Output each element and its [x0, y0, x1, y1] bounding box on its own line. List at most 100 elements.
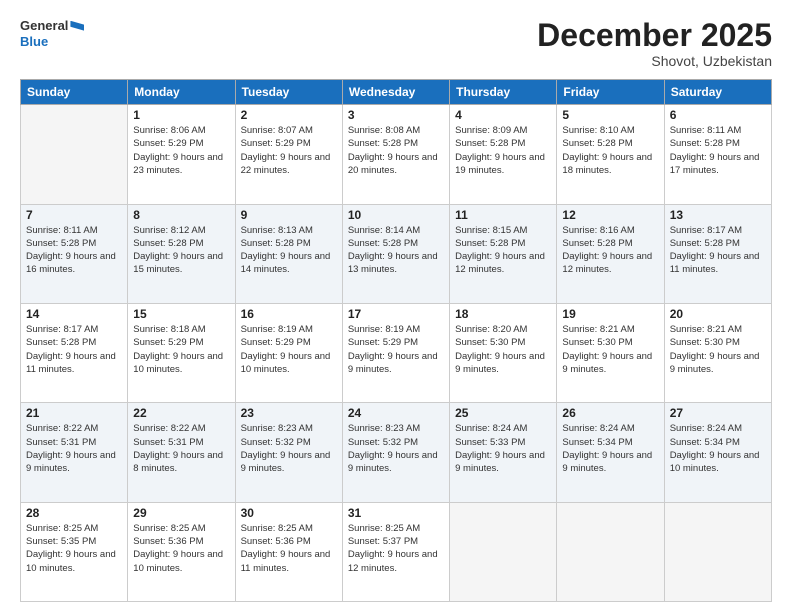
day-number: 28: [26, 506, 122, 520]
day-info: Sunrise: 8:22 AM Sunset: 5:31 PM Dayligh…: [133, 422, 229, 475]
day-number: 21: [26, 406, 122, 420]
calendar-day-cell: 8Sunrise: 8:12 AM Sunset: 5:28 PM Daylig…: [128, 204, 235, 303]
logo-general-text: General: [20, 18, 68, 34]
location: Shovot, Uzbekistan: [537, 53, 772, 69]
day-info: Sunrise: 8:19 AM Sunset: 5:29 PM Dayligh…: [348, 323, 444, 376]
logo-icon: [70, 21, 84, 31]
day-number: 17: [348, 307, 444, 321]
day-number: 20: [670, 307, 766, 321]
calendar-week-row: 28 Sunrise: 8:25 AM Sunset: 5:35 PM Dayli…: [21, 502, 772, 601]
calendar-day-cell: 1 Sunrise: 8:06 AM Sunset: 5:29 PM Daylig…: [128, 105, 235, 204]
calendar-day-cell: 12Sunrise: 8:16 AM Sunset: 5:28 PM Dayli…: [557, 204, 664, 303]
weekday-header: Saturday: [664, 80, 771, 105]
calendar-day-cell: 6Sunrise: 8:11 AM Sunset: 5:28 PM Daylig…: [664, 105, 771, 204]
day-number: 1: [133, 108, 229, 122]
day-number: 16: [241, 307, 337, 321]
day-info: Sunrise: 8:21 AM Sunset: 5:30 PM Dayligh…: [670, 323, 766, 376]
day-number: 31: [348, 506, 444, 520]
day-number: 24: [348, 406, 444, 420]
calendar-day-cell: 27 Sunrise: 8:24 AM Sunset: 5:34 PM Dayli…: [664, 403, 771, 502]
calendar-day-cell: 28 Sunrise: 8:25 AM Sunset: 5:35 PM Dayli…: [21, 502, 128, 601]
day-info: Sunrise: 8:24 AM Sunset: 5:34 PM Dayligh…: [562, 422, 658, 475]
calendar-day-cell: 13Sunrise: 8:17 AM Sunset: 5:28 PM Dayli…: [664, 204, 771, 303]
day-number: 26: [562, 406, 658, 420]
calendar-day-cell: 31 Sunrise: 8:25 AM Sunset: 5:37 PM Dayli…: [342, 502, 449, 601]
calendar-day-cell: [21, 105, 128, 204]
day-number: 5: [562, 108, 658, 122]
calendar-day-cell: 14 Sunrise: 8:17 AM Sunset: 5:28 PM Dayli…: [21, 303, 128, 402]
calendar-day-cell: 7Sunrise: 8:11 AM Sunset: 5:28 PM Daylig…: [21, 204, 128, 303]
day-info: Sunrise: 8:16 AM Sunset: 5:28 PM Dayligh…: [562, 224, 658, 277]
day-number: 13: [670, 208, 766, 222]
day-info: Sunrise: 8:25 AM Sunset: 5:37 PM Dayligh…: [348, 522, 444, 575]
day-info: Sunrise: 8:14 AM Sunset: 5:28 PM Dayligh…: [348, 224, 444, 277]
day-info: Sunrise: 8:25 AM Sunset: 5:35 PM Dayligh…: [26, 522, 122, 575]
month-title: December 2025: [537, 18, 772, 53]
day-info: Sunrise: 8:10 AM Sunset: 5:28 PM Dayligh…: [562, 124, 658, 177]
day-number: 3: [348, 108, 444, 122]
day-info: Sunrise: 8:19 AM Sunset: 5:29 PM Dayligh…: [241, 323, 337, 376]
calendar-day-cell: 18 Sunrise: 8:20 AM Sunset: 5:30 PM Dayli…: [450, 303, 557, 402]
calendar-day-cell: [450, 502, 557, 601]
day-number: 19: [562, 307, 658, 321]
calendar-day-cell: 4 Sunrise: 8:09 AM Sunset: 5:28 PM Daylig…: [450, 105, 557, 204]
calendar-day-cell: 9Sunrise: 8:13 AM Sunset: 5:28 PM Daylig…: [235, 204, 342, 303]
day-info: Sunrise: 8:24 AM Sunset: 5:33 PM Dayligh…: [455, 422, 551, 475]
day-number: 8: [133, 208, 229, 222]
day-info: Sunrise: 8:07 AM Sunset: 5:29 PM Dayligh…: [241, 124, 337, 177]
weekday-header: Tuesday: [235, 80, 342, 105]
calendar-day-cell: 5 Sunrise: 8:10 AM Sunset: 5:28 PM Daylig…: [557, 105, 664, 204]
calendar-week-row: 1 Sunrise: 8:06 AM Sunset: 5:29 PM Daylig…: [21, 105, 772, 204]
calendar-day-cell: 11Sunrise: 8:15 AM Sunset: 5:28 PM Dayli…: [450, 204, 557, 303]
day-info: Sunrise: 8:06 AM Sunset: 5:29 PM Dayligh…: [133, 124, 229, 177]
day-number: 7: [26, 208, 122, 222]
day-info: Sunrise: 8:23 AM Sunset: 5:32 PM Dayligh…: [241, 422, 337, 475]
weekday-header: Thursday: [450, 80, 557, 105]
calendar-page: General Blue December 2025 Shovot, Uzbek…: [0, 0, 792, 612]
day-number: 6: [670, 108, 766, 122]
day-info: Sunrise: 8:08 AM Sunset: 5:28 PM Dayligh…: [348, 124, 444, 177]
day-number: 25: [455, 406, 551, 420]
header: General Blue December 2025 Shovot, Uzbek…: [20, 18, 772, 69]
day-info: Sunrise: 8:21 AM Sunset: 5:30 PM Dayligh…: [562, 323, 658, 376]
calendar-day-cell: 25 Sunrise: 8:24 AM Sunset: 5:33 PM Dayli…: [450, 403, 557, 502]
title-block: December 2025 Shovot, Uzbekistan: [537, 18, 772, 69]
calendar-table: SundayMondayTuesdayWednesdayThursdayFrid…: [20, 79, 772, 602]
calendar-day-cell: 19 Sunrise: 8:21 AM Sunset: 5:30 PM Dayli…: [557, 303, 664, 402]
calendar-day-cell: 2 Sunrise: 8:07 AM Sunset: 5:29 PM Daylig…: [235, 105, 342, 204]
calendar-day-cell: 24Sunrise: 8:23 AM Sunset: 5:32 PM Dayli…: [342, 403, 449, 502]
day-info: Sunrise: 8:25 AM Sunset: 5:36 PM Dayligh…: [241, 522, 337, 575]
day-info: Sunrise: 8:18 AM Sunset: 5:29 PM Dayligh…: [133, 323, 229, 376]
weekday-header: Monday: [128, 80, 235, 105]
day-number: 22: [133, 406, 229, 420]
calendar-day-cell: 30 Sunrise: 8:25 AM Sunset: 5:36 PM Dayli…: [235, 502, 342, 601]
day-info: Sunrise: 8:24 AM Sunset: 5:34 PM Dayligh…: [670, 422, 766, 475]
day-number: 4: [455, 108, 551, 122]
calendar-day-cell: 3 Sunrise: 8:08 AM Sunset: 5:28 PM Daylig…: [342, 105, 449, 204]
day-number: 15: [133, 307, 229, 321]
day-number: 30: [241, 506, 337, 520]
day-info: Sunrise: 8:25 AM Sunset: 5:36 PM Dayligh…: [133, 522, 229, 575]
day-number: 9: [241, 208, 337, 222]
day-number: 18: [455, 307, 551, 321]
calendar-day-cell: 15 Sunrise: 8:18 AM Sunset: 5:29 PM Dayli…: [128, 303, 235, 402]
calendar-day-cell: 10 Sunrise: 8:14 AM Sunset: 5:28 PM Dayli…: [342, 204, 449, 303]
day-number: 27: [670, 406, 766, 420]
weekday-header: Friday: [557, 80, 664, 105]
calendar-day-cell: 17 Sunrise: 8:19 AM Sunset: 5:29 PM Dayli…: [342, 303, 449, 402]
calendar-day-cell: 20 Sunrise: 8:21 AM Sunset: 5:30 PM Dayli…: [664, 303, 771, 402]
day-info: Sunrise: 8:17 AM Sunset: 5:28 PM Dayligh…: [26, 323, 122, 376]
calendar-week-row: 7Sunrise: 8:11 AM Sunset: 5:28 PM Daylig…: [21, 204, 772, 303]
day-number: 2: [241, 108, 337, 122]
calendar-day-cell: 21Sunrise: 8:22 AM Sunset: 5:31 PM Dayli…: [21, 403, 128, 502]
calendar-day-cell: 16 Sunrise: 8:19 AM Sunset: 5:29 PM Dayli…: [235, 303, 342, 402]
weekday-header: Wednesday: [342, 80, 449, 105]
logo-blue-text: Blue: [20, 34, 84, 50]
day-number: 11: [455, 208, 551, 222]
calendar-day-cell: 23Sunrise: 8:23 AM Sunset: 5:32 PM Dayli…: [235, 403, 342, 502]
day-number: 14: [26, 307, 122, 321]
day-number: 10: [348, 208, 444, 222]
calendar-day-cell: 22 Sunrise: 8:22 AM Sunset: 5:31 PM Dayli…: [128, 403, 235, 502]
day-info: Sunrise: 8:09 AM Sunset: 5:28 PM Dayligh…: [455, 124, 551, 177]
day-info: Sunrise: 8:20 AM Sunset: 5:30 PM Dayligh…: [455, 323, 551, 376]
